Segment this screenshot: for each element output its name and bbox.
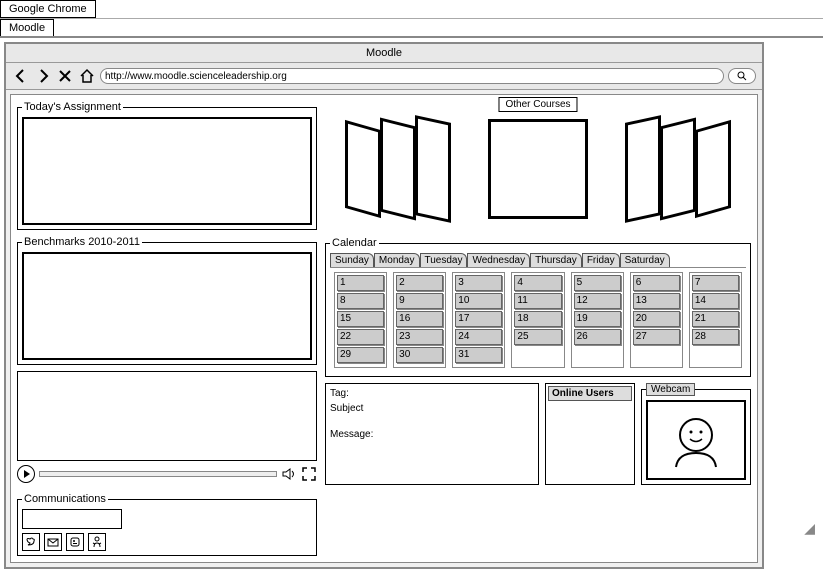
calendar-day-tab[interactable]: Sunday bbox=[330, 253, 374, 267]
calendar-cell bbox=[574, 347, 621, 363]
coverflow-item[interactable] bbox=[345, 120, 381, 218]
calendar-day-tab[interactable]: Monday bbox=[374, 253, 420, 267]
media-player[interactable] bbox=[17, 371, 317, 461]
blogger-icon[interactable] bbox=[66, 533, 84, 551]
calendar-cell[interactable]: 12 bbox=[574, 293, 621, 309]
message-label: Message: bbox=[330, 429, 534, 440]
calendar-cell[interactable]: 8 bbox=[337, 293, 384, 309]
browser-window: Moodle Today's Assignment Benchmarks bbox=[4, 42, 764, 569]
calendar-label: Calendar bbox=[330, 237, 379, 249]
benchmarks-label: Benchmarks 2010-2011 bbox=[22, 236, 142, 248]
online-users-header: Online Users bbox=[548, 386, 632, 401]
calendar-cell[interactable]: 11 bbox=[514, 293, 561, 309]
coverflow-carousel[interactable]: Other Courses bbox=[325, 101, 751, 231]
calendar-day-tab[interactable]: Thursday bbox=[530, 253, 582, 267]
search-button[interactable] bbox=[728, 68, 756, 84]
calendar-cell[interactable]: 22 bbox=[337, 329, 384, 345]
calendar-cell[interactable]: 16 bbox=[396, 311, 443, 327]
fullscreen-icon[interactable] bbox=[301, 466, 317, 482]
calendar-cell bbox=[633, 347, 680, 363]
back-button[interactable] bbox=[12, 67, 30, 85]
resize-handle-icon[interactable]: ◢ bbox=[804, 520, 815, 537]
communications-panel: Communications bbox=[17, 493, 317, 556]
calendar-cell bbox=[692, 347, 739, 363]
calendar-day-tab[interactable]: Friday bbox=[582, 253, 620, 267]
assignment-panel: Today's Assignment bbox=[17, 101, 317, 230]
communications-label: Communications bbox=[22, 493, 108, 505]
url-input[interactable] bbox=[100, 68, 724, 84]
tag-message-panel: Tag: Subject Message: bbox=[325, 383, 539, 485]
calendar-cell[interactable]: 20 bbox=[633, 311, 680, 327]
calendar-panel: Calendar SundayMondayTuesdayWednesdayThu… bbox=[325, 237, 751, 377]
calendar-cell[interactable]: 14 bbox=[692, 293, 739, 309]
forward-button[interactable] bbox=[34, 67, 52, 85]
calendar-cell[interactable]: 31 bbox=[455, 347, 502, 363]
mail-icon[interactable] bbox=[44, 533, 62, 551]
app-tab-chrome[interactable]: Google Chrome bbox=[0, 0, 96, 18]
twitter-icon[interactable] bbox=[22, 533, 40, 551]
calendar-cell[interactable]: 28 bbox=[692, 329, 739, 345]
calendar-cell[interactable]: 27 bbox=[633, 329, 680, 345]
benchmarks-panel: Benchmarks 2010-2011 bbox=[17, 236, 317, 365]
calendar-cell[interactable]: 9 bbox=[396, 293, 443, 309]
webcam-panel: Webcam bbox=[641, 383, 751, 485]
calendar-cell[interactable]: 4 bbox=[514, 275, 561, 291]
calendar-day-tab[interactable]: Saturday bbox=[620, 253, 670, 267]
calendar-cell[interactable]: 26 bbox=[574, 329, 621, 345]
volume-icon[interactable] bbox=[281, 466, 297, 482]
calendar-cell[interactable]: 15 bbox=[337, 311, 384, 327]
calendar-day-tab[interactable]: Tuesday bbox=[420, 253, 468, 267]
app-tab-moodle[interactable]: Moodle bbox=[0, 19, 54, 36]
calendar-cell[interactable]: 25 bbox=[514, 329, 561, 345]
window-title: Moodle bbox=[6, 44, 762, 63]
coverflow-item-center[interactable] bbox=[488, 119, 588, 219]
calendar-cell[interactable]: 17 bbox=[455, 311, 502, 327]
coverflow-item[interactable] bbox=[660, 118, 696, 221]
calendar-cell[interactable]: 30 bbox=[396, 347, 443, 363]
calendar-cell[interactable]: 1 bbox=[337, 275, 384, 291]
browser-toolbar bbox=[6, 63, 762, 90]
other-courses-label: Other Courses bbox=[498, 97, 577, 112]
calendar-cell[interactable]: 29 bbox=[337, 347, 384, 363]
calendar-day-tab[interactable]: Wednesday bbox=[467, 253, 530, 267]
webcam-label: Webcam bbox=[646, 383, 695, 396]
calendar-cell[interactable]: 13 bbox=[633, 293, 680, 309]
calendar-cell[interactable]: 23 bbox=[396, 329, 443, 345]
calendar-cell[interactable]: 5 bbox=[574, 275, 621, 291]
calendar-cell[interactable]: 6 bbox=[633, 275, 680, 291]
person-icon[interactable] bbox=[88, 533, 106, 551]
calendar-cell[interactable]: 7 bbox=[692, 275, 739, 291]
calendar-cell[interactable]: 18 bbox=[514, 311, 561, 327]
calendar-cell[interactable]: 19 bbox=[574, 311, 621, 327]
calendar-cell[interactable]: 2 bbox=[396, 275, 443, 291]
progress-bar[interactable] bbox=[39, 471, 277, 477]
calendar-cell bbox=[514, 347, 561, 363]
coverflow-item[interactable] bbox=[625, 115, 661, 223]
calendar-cell[interactable]: 3 bbox=[455, 275, 502, 291]
stop-button[interactable] bbox=[56, 67, 74, 85]
tag-label: Tag: bbox=[330, 388, 534, 399]
calendar-cell[interactable]: 24 bbox=[455, 329, 502, 345]
online-users-panel: Online Users bbox=[545, 383, 635, 485]
assignment-label: Today's Assignment bbox=[22, 101, 123, 113]
calendar-cell[interactable]: 10 bbox=[455, 293, 502, 309]
play-button[interactable] bbox=[17, 465, 35, 483]
webcam-avatar bbox=[666, 409, 726, 472]
calendar-cell[interactable]: 21 bbox=[692, 311, 739, 327]
coverflow-item[interactable] bbox=[380, 118, 416, 221]
subject-label: Subject bbox=[330, 403, 534, 414]
coverflow-item[interactable] bbox=[695, 120, 731, 218]
coverflow-item[interactable] bbox=[415, 115, 451, 223]
home-button[interactable] bbox=[78, 67, 96, 85]
